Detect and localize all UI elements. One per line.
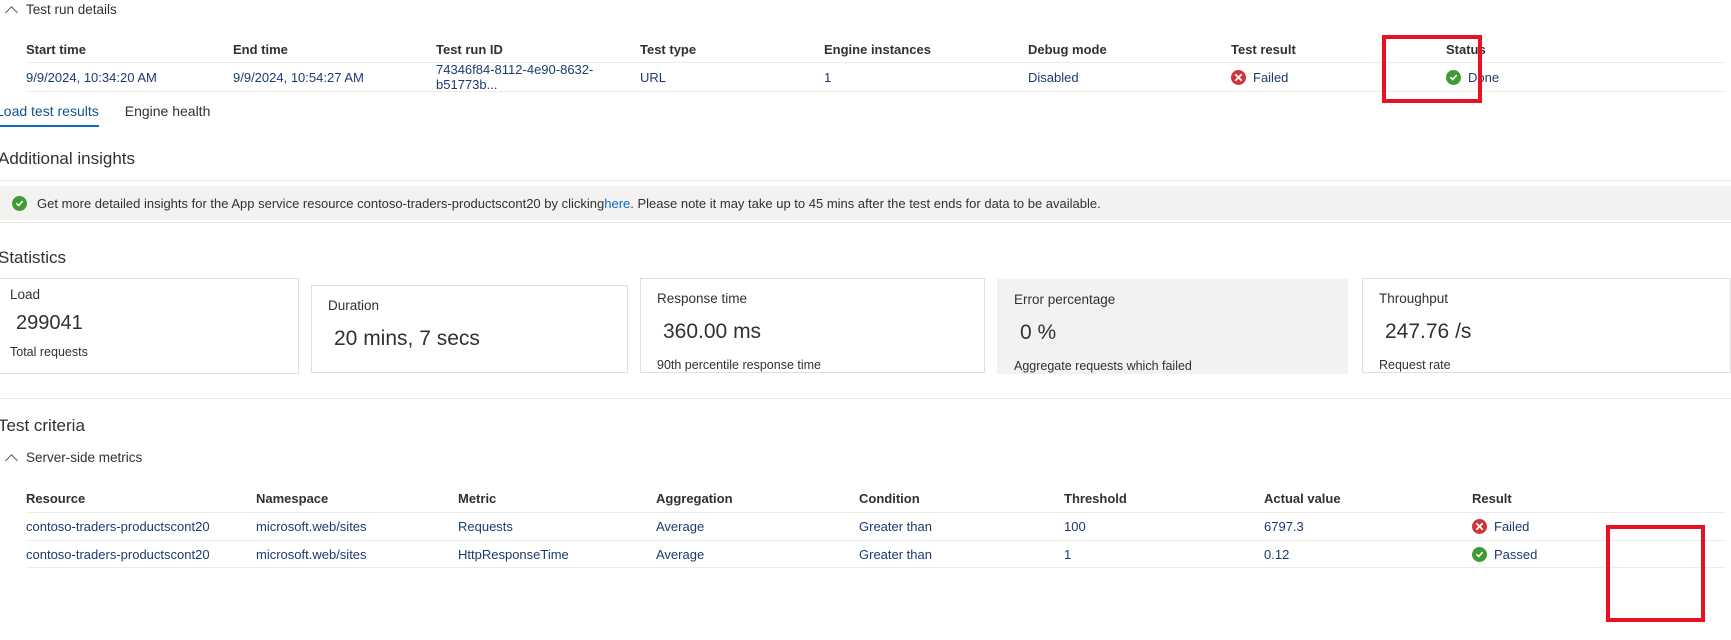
- server-side-metrics-group-header[interactable]: Server-side metrics: [6, 450, 142, 465]
- statistics-title: Statistics: [0, 248, 67, 267]
- chevron-up-icon[interactable]: [6, 4, 18, 16]
- divider: [0, 222, 1731, 223]
- stat-sub: Aggregate requests which failed: [1014, 359, 1192, 373]
- cell-threshold: 100: [1064, 519, 1086, 534]
- success-circle-icon: [12, 195, 27, 211]
- cell-debug-mode: Disabled: [1028, 69, 1079, 85]
- test-run-details-header[interactable]: Test run details: [6, 2, 117, 17]
- column-header-aggregation: Aggregation: [656, 490, 733, 506]
- cell-result: Passed: [1472, 546, 1672, 562]
- success-circle-icon: [1472, 546, 1487, 562]
- cell-test-type: URL: [640, 69, 667, 85]
- cell-start-time: 9/9/2024, 10:34:20 AM: [26, 69, 157, 85]
- stat-label: Load: [10, 287, 41, 302]
- divider: [0, 398, 1731, 399]
- column-header-resource: Resource: [26, 490, 86, 506]
- server-side-metrics-label: Server-side metrics: [26, 450, 143, 465]
- cell-aggregation: Average: [656, 519, 705, 534]
- cell-resource: contoso-traders-productscont20: [26, 519, 210, 534]
- stat-card-error-percentage[interactable]: Error percentage 0 % Aggregate requests …: [997, 279, 1348, 374]
- load-test-run-page: Test run details Start time End time Tes…: [0, 0, 1731, 640]
- stat-label: Throughput: [1379, 291, 1449, 306]
- stat-value: 247.76 /s: [1385, 320, 1472, 343]
- tab-load-test-results-label: Load test results: [0, 103, 99, 119]
- cell-engine-instances: 1: [824, 69, 832, 85]
- stat-value: 299041: [16, 312, 83, 334]
- column-header-debug-mode: Debug mode: [1028, 41, 1107, 57]
- column-header-test-result: Test result: [1231, 41, 1296, 57]
- stat-sub: 90th percentile response time: [657, 358, 821, 372]
- stat-card-response-time[interactable]: Response time 360.00 ms 90th percentile …: [640, 278, 985, 373]
- column-header-actual-value: Actual value: [1264, 490, 1341, 506]
- stat-card-load[interactable]: Load 299041 Total requests: [0, 278, 299, 374]
- test-run-details-title: Test run details: [26, 2, 117, 17]
- cell-aggregation: Average: [656, 546, 705, 562]
- stat-card-duration[interactable]: Duration 20 mins, 7 secs: [311, 285, 628, 373]
- insights-text-before-link: Get more detailed insights for the App s…: [37, 195, 605, 211]
- cell-test-result: Failed: [1231, 69, 1446, 85]
- cell-status: Done: [1446, 69, 1646, 85]
- column-header-end-time: End time: [233, 41, 288, 57]
- result-label: Passed: [1494, 546, 1538, 562]
- stat-card-throughput[interactable]: Throughput 247.76 /s Request rate: [1362, 278, 1731, 373]
- column-header-threshold: Threshold: [1064, 490, 1127, 506]
- stat-label: Duration: [328, 298, 380, 313]
- table-row[interactable]: 9/9/2024, 10:34:20 AM 9/9/2024, 10:54:27…: [26, 62, 1726, 92]
- table-row[interactable]: contoso-traders-productscont20 microsoft…: [26, 512, 1726, 540]
- table-header-row: Start time End time Test run ID Test typ…: [26, 36, 1726, 62]
- tab-engine-health[interactable]: Engine health: [125, 103, 211, 127]
- cell-actual-value: 6797.3: [1264, 519, 1304, 534]
- stat-value: 20 mins, 7 secs: [334, 327, 480, 350]
- column-header-status: Status: [1446, 41, 1486, 57]
- cell-resource: contoso-traders-productscont20: [26, 546, 210, 562]
- test-criteria-title: Test criteria: [0, 416, 85, 435]
- status-label: Done: [1468, 69, 1500, 85]
- column-header-test-type: Test type: [640, 41, 697, 57]
- chevron-up-icon[interactable]: [6, 452, 18, 464]
- cell-result: Failed: [1472, 519, 1672, 534]
- stat-sub: Request rate: [1379, 358, 1451, 372]
- table-row[interactable]: contoso-traders-productscont20 microsoft…: [26, 540, 1726, 568]
- stat-value: 0 %: [1020, 321, 1057, 344]
- success-circle-icon: [1446, 69, 1461, 85]
- cell-condition: Greater than: [859, 519, 932, 534]
- divider: [0, 180, 1731, 181]
- stat-sub: Total requests: [10, 345, 88, 359]
- column-header-engine-instances: Engine instances: [824, 41, 931, 57]
- results-tablist: Load test results Engine health: [0, 103, 210, 127]
- cell-test-run-id: 74346f84-8112-4e90-8632-b51773b...: [436, 62, 594, 92]
- cell-namespace: microsoft.web/sites: [256, 546, 367, 562]
- stat-label: Response time: [657, 291, 748, 306]
- test-run-details-table: Start time End time Test run ID Test typ…: [26, 36, 1726, 92]
- cell-metric: HttpResponseTime: [458, 546, 569, 562]
- tab-engine-health-label: Engine health: [124, 103, 211, 119]
- cell-namespace: microsoft.web/sites: [256, 519, 367, 534]
- stat-value: 360.00 ms: [663, 320, 762, 343]
- test-result-label: Failed: [1253, 69, 1289, 85]
- insights-here-link[interactable]: here: [604, 196, 630, 211]
- table-header-row: Resource Namespace Metric Aggregation Co…: [26, 484, 1726, 512]
- stat-label: Error percentage: [1014, 292, 1116, 307]
- column-header-start-time: Start time: [26, 41, 86, 57]
- tab-load-test-results[interactable]: Load test results: [0, 103, 99, 127]
- column-header-condition: Condition: [859, 490, 920, 506]
- column-header-test-run-id: Test run ID: [436, 41, 503, 57]
- column-header-result: Result: [1472, 490, 1512, 506]
- error-circle-icon: [1231, 69, 1246, 85]
- cell-threshold: 1: [1064, 546, 1072, 562]
- error-circle-icon: [1472, 519, 1487, 534]
- additional-insights-title: Additional insights: [0, 149, 136, 168]
- test-criteria-table: Resource Namespace Metric Aggregation Co…: [26, 484, 1726, 568]
- cell-condition: Greater than: [859, 546, 932, 562]
- insights-text-after-link: . Please note it may take up to 45 mins …: [630, 195, 1101, 211]
- column-header-metric: Metric: [458, 490, 497, 506]
- additional-insights-banner: Get more detailed insights for the App s…: [0, 186, 1731, 220]
- result-label: Failed: [1494, 519, 1530, 534]
- column-header-namespace: Namespace: [256, 490, 329, 506]
- cell-end-time: 9/9/2024, 10:54:27 AM: [233, 69, 364, 85]
- cell-metric: Requests: [458, 519, 513, 534]
- cell-actual-value: 0.12: [1264, 546, 1290, 562]
